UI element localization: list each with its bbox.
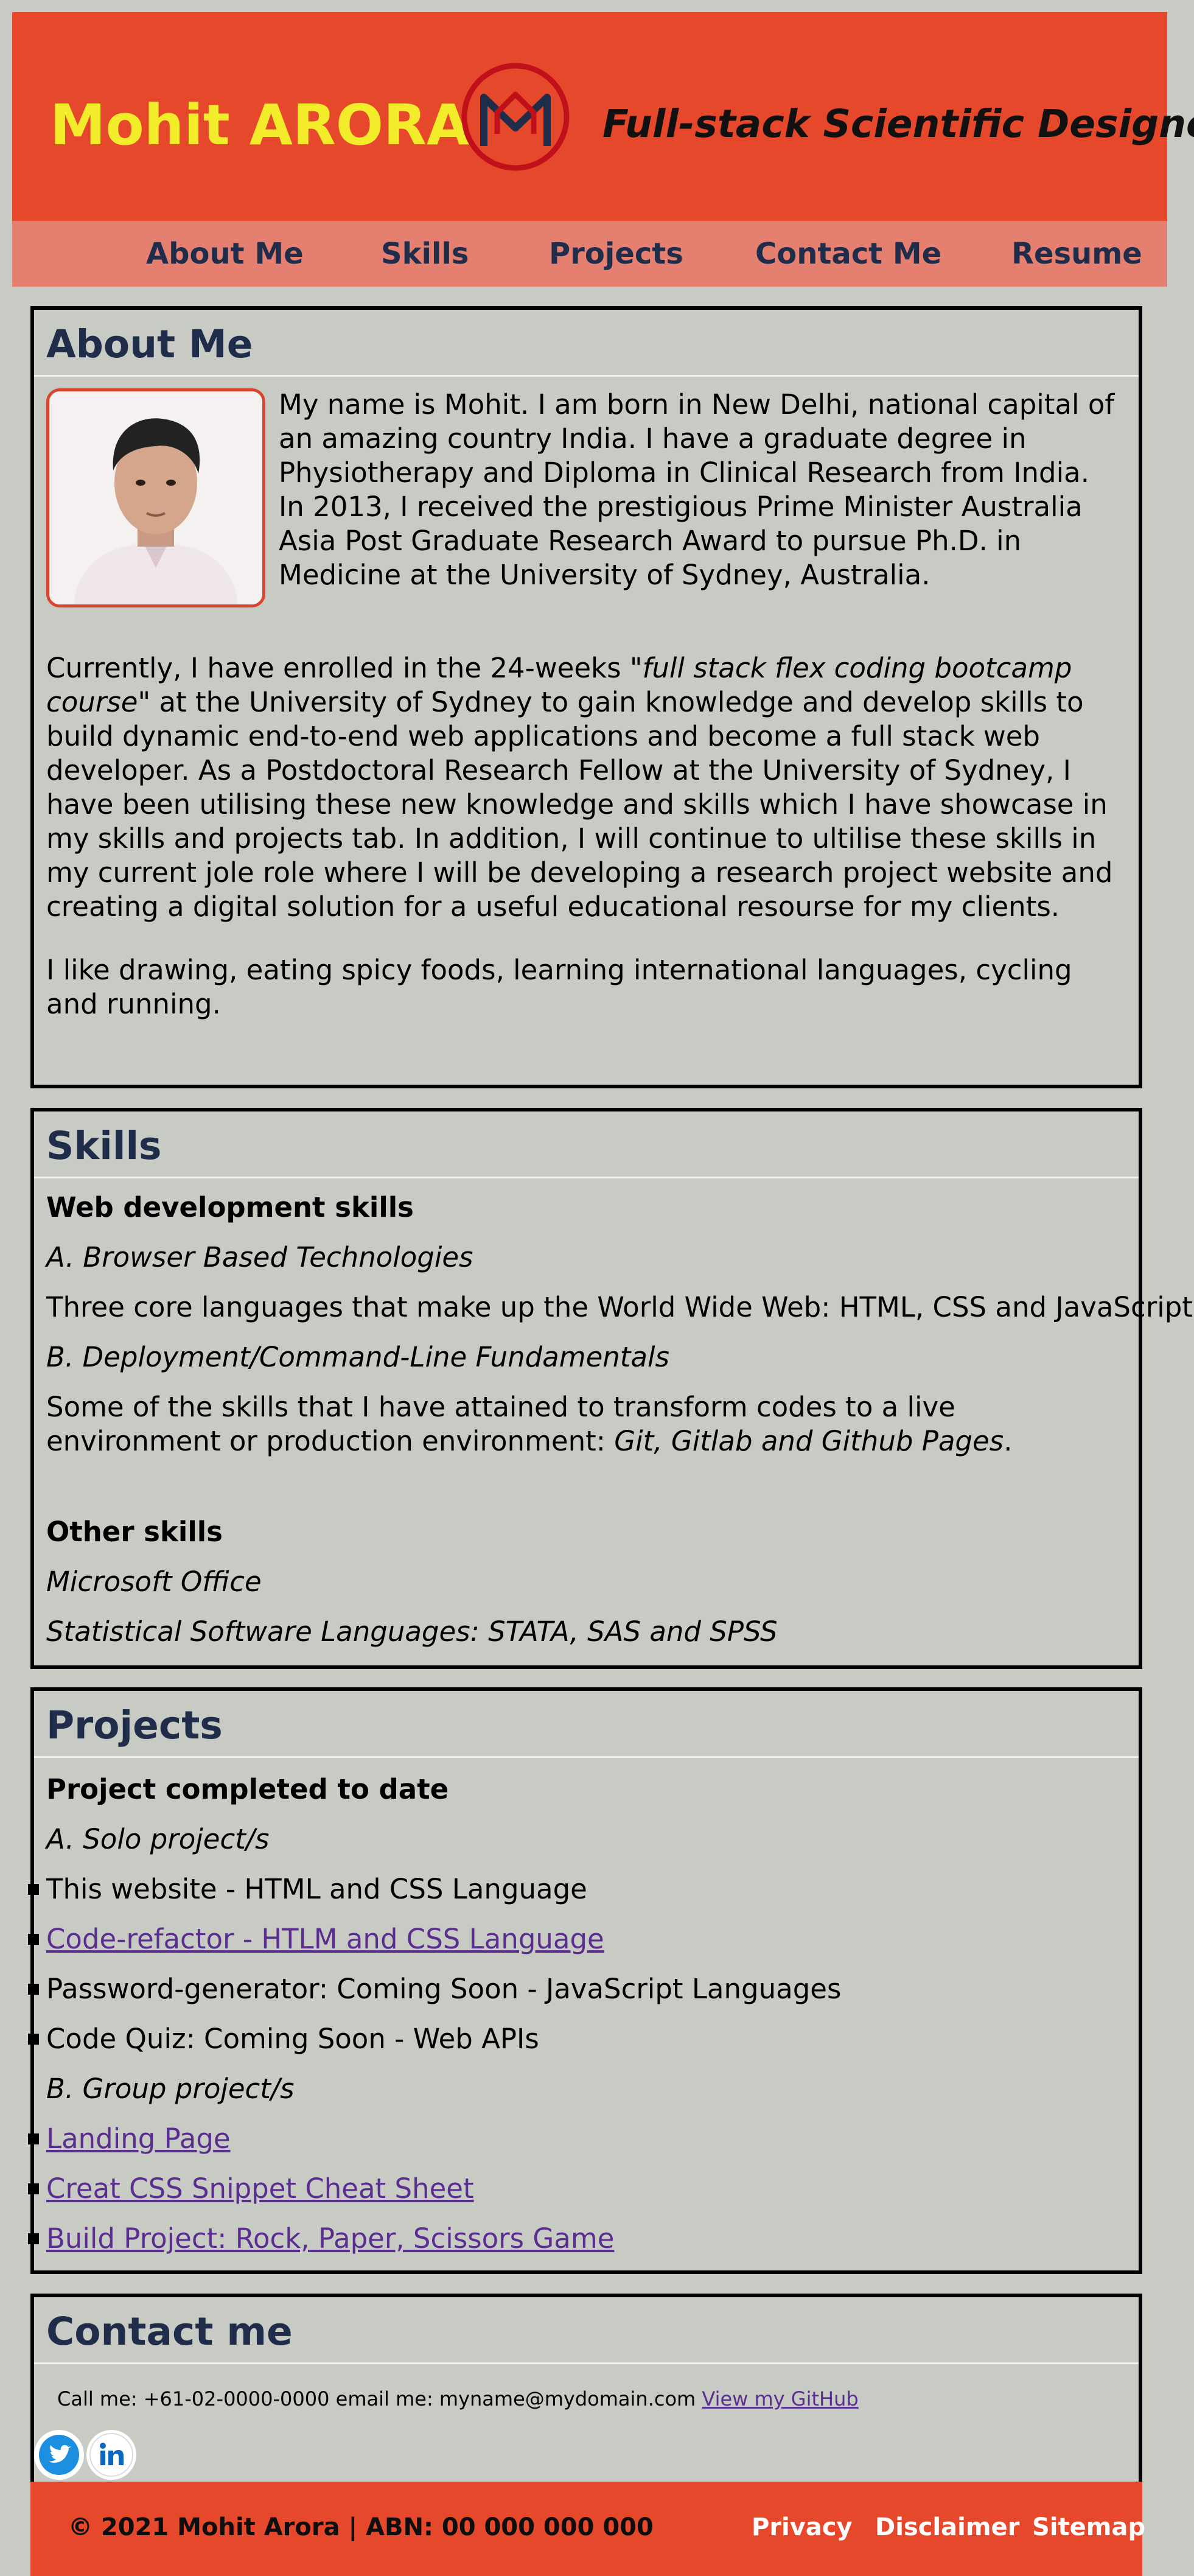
logo-icon (461, 63, 570, 171)
tagline: Full-stack Scientific Designer (602, 102, 1194, 146)
skills-section: Skills Web development skills A. Browser… (30, 1108, 1194, 1669)
footer-link-sitemap[interactable]: Sitemap (1032, 2513, 1145, 2541)
list-item: Landing Page (28, 2122, 231, 2156)
site-name: Mohit ARORA (50, 93, 470, 158)
list-item: Code Quiz: Coming Soon - Web APIs (28, 2022, 539, 2056)
landing-page-link[interactable]: Landing Page (46, 2123, 231, 2155)
web-skills-heading: Web development skills (46, 1191, 414, 1223)
code-refactor-link[interactable]: Code-refactor - HTLM and CSS Language (46, 1923, 604, 1955)
github-link[interactable]: View my GitHub (702, 2387, 858, 2410)
list-item: Creat CSS Snippet Cheat Sheet (28, 2172, 474, 2206)
about-paragraph-2: Currently, I have enrolled in the 24-wee… (46, 652, 1113, 923)
nav-resume[interactable]: Resume (1011, 238, 1142, 270)
other-skills-heading: Other skills (46, 1516, 223, 1548)
twitter-icon[interactable] (34, 2430, 84, 2480)
about-paragraph-3: I like drawing, eating spicy foods, lear… (46, 954, 1072, 1020)
projects-subheading: Project completed to date (46, 1773, 449, 1805)
copyright-text: © 2021 Mohit Arora | ABN: 00 000 000 000 (68, 2513, 654, 2541)
contact-details: Call me: +61-02-0000-0000 email me: myna… (57, 2387, 859, 2410)
projects-section: Projects Project completed to date A. So… (28, 1687, 1142, 2274)
about-paragraph-1: My name is Mohit. I am born in New Delhi… (279, 388, 1115, 591)
skill-b-title: B. Deployment/Command-Line Fundamentals (46, 1341, 669, 1373)
nav-projects[interactable]: Projects (549, 238, 683, 270)
site-footer: © 2021 Mohit Arora | ABN: 00 000 000 000… (30, 2482, 1145, 2576)
nav-about-me[interactable]: About Me (146, 238, 304, 270)
group-projects-title: B. Group project/s (46, 2073, 295, 2105)
skill-b-text: Some of the skills that I have attained … (46, 1391, 1013, 1457)
rock-paper-scissors-link[interactable]: Build Project: Rock, Paper, Scissors Gam… (46, 2222, 614, 2255)
list-item: Build Project: Rock, Paper, Scissors Gam… (28, 2222, 614, 2256)
about-heading: About Me (34, 310, 1139, 377)
site-header: Mohit ARORA Full-stack Scientific Design… (12, 12, 1194, 221)
linkedin-icon[interactable] (86, 2430, 136, 2480)
other-skill-office: Microsoft Office (46, 1566, 262, 1598)
footer-link-privacy[interactable]: Privacy (752, 2513, 853, 2541)
skill-a-text: Three core languages that make up the Wo… (46, 1291, 1194, 1323)
projects-heading: Projects (34, 1691, 1139, 1759)
skills-heading: Skills (34, 1111, 1139, 1179)
about-section: About Me My name is Mohit. I am born in … (30, 306, 1142, 1088)
css-cheat-sheet-link[interactable]: Creat CSS Snippet Cheat Sheet (46, 2172, 474, 2205)
list-item: This website - HTML and CSS Language (28, 1872, 587, 1906)
list-item: Code-refactor - HTLM and CSS Language (28, 1922, 604, 1956)
nav-contact-me[interactable]: Contact Me (755, 238, 941, 270)
main-nav: About Me Skills Projects Contact Me Resu… (12, 221, 1167, 287)
list-item: Password-generator: Coming Soon - JavaSc… (28, 1972, 841, 2006)
skill-a-title: A. Browser Based Technologies (46, 1241, 473, 1273)
contact-heading: Contact me (34, 2297, 1139, 2365)
footer-link-disclaimer[interactable]: Disclaimer (875, 2513, 1019, 2541)
solo-projects-title: A. Solo project/s (46, 1823, 270, 1855)
other-skill-statistics: Statistical Software Languages: STATA, S… (46, 1615, 778, 1648)
profile-photo (46, 388, 265, 607)
nav-skills[interactable]: Skills (381, 238, 469, 270)
